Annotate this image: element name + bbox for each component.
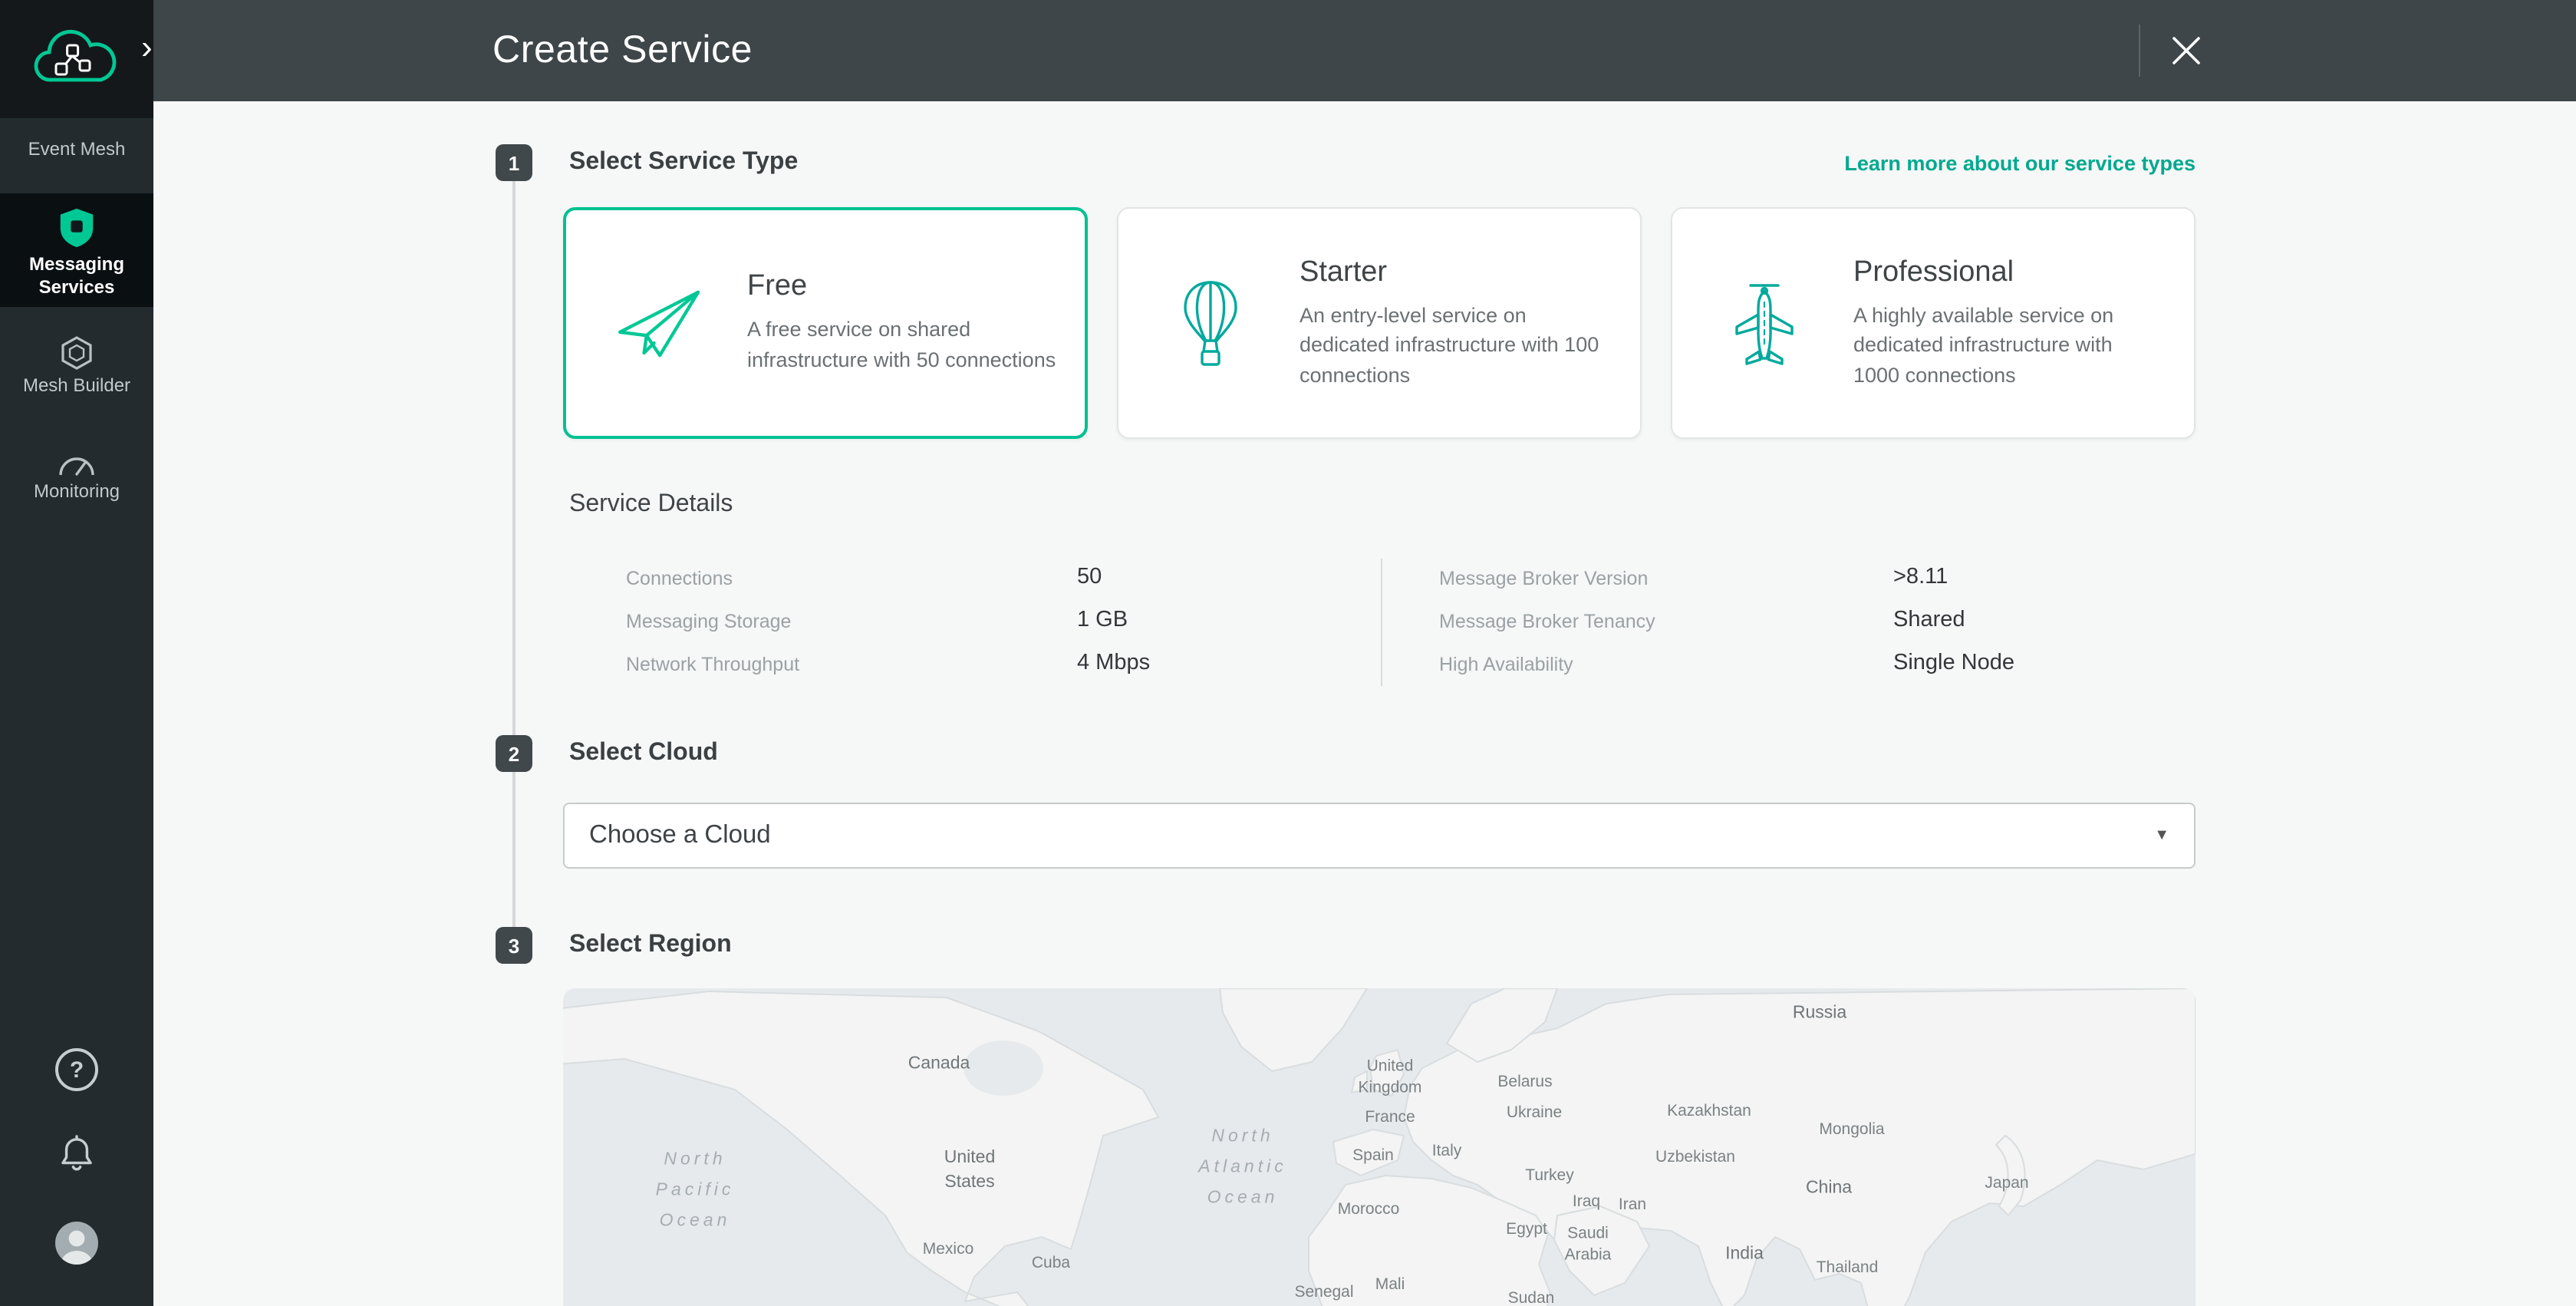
hot-air-balloon-icon <box>1161 279 1260 368</box>
card-description: A free service on shared infrastructure … <box>747 315 1057 375</box>
card-title: Professional <box>1853 256 2163 289</box>
card-title: Free <box>747 271 1057 305</box>
step-3-title: Select Region <box>569 932 732 959</box>
step-3-badge: 3 <box>496 927 532 964</box>
sidebar-item-label: Monitoring <box>0 480 153 503</box>
detail-value: 50 <box>1077 565 1102 589</box>
step-2-title: Select Cloud <box>569 740 718 767</box>
sidebar-item-event-mesh[interactable]: Event Mesh <box>0 129 153 169</box>
notifications-button[interactable] <box>59 1134 94 1174</box>
help-button[interactable]: ? <box>55 1048 98 1091</box>
airplane-icon <box>1715 279 1813 368</box>
card-text: Starter An entry-level service on dedica… <box>1300 256 1609 390</box>
sidebar-item-label: Messaging Services <box>3 253 150 299</box>
detail-label: High Availability <box>1439 654 1573 675</box>
detail-label: Connections <box>626 568 733 589</box>
sidebar-item-monitoring[interactable]: Monitoring <box>0 439 153 534</box>
learn-more-link[interactable]: Learn more about our service types <box>1844 152 2196 175</box>
details-divider <box>1381 559 1382 686</box>
bell-icon <box>59 1134 94 1174</box>
question-mark-icon: ? <box>55 1048 98 1091</box>
shield-icon <box>0 207 153 249</box>
service-type-card-starter[interactable]: Starter An entry-level service on dedica… <box>1117 207 1642 439</box>
detail-label: Message Broker Version <box>1439 568 1648 589</box>
create-service-form: 1 Select Service Type Learn more about o… <box>153 101 2576 1306</box>
service-type-card-professional[interactable]: Professional A highly available service … <box>1671 207 2196 439</box>
card-description: A highly available service on dedicated … <box>1853 300 2163 390</box>
card-text: Professional A highly available service … <box>1853 256 2163 390</box>
step-1-badge: 1 <box>496 144 532 181</box>
detail-value: Single Node <box>1893 651 2014 675</box>
sidebar: Event Mesh Messaging Services Mesh Build… <box>0 0 153 1306</box>
cloud-select-value: Choose a Cloud <box>589 821 771 850</box>
detail-value: >8.11 <box>1893 565 1948 589</box>
service-type-card-free[interactable]: Free A free service on shared infrastruc… <box>563 207 1088 439</box>
page-title: Create Service <box>492 28 753 73</box>
sidebar-item-mesh-builder[interactable]: Mesh Builder <box>0 325 153 420</box>
hexagon-icon <box>0 335 153 371</box>
header-divider <box>2139 25 2140 77</box>
card-description: An entry-level service on dedicated infr… <box>1300 300 1609 390</box>
sidebar-expand-chevron[interactable]: › <box>132 28 162 68</box>
detail-label: Message Broker Tenancy <box>1439 611 1655 632</box>
detail-value: 4 Mbps <box>1077 651 1150 675</box>
step-timeline-line <box>512 181 516 927</box>
chevron-down-icon: ▼ <box>2154 827 2169 844</box>
cloud-select[interactable]: Choose a Cloud ▼ <box>563 803 2196 869</box>
step-2-badge: 2 <box>496 735 532 772</box>
paper-plane-icon <box>609 283 707 363</box>
sidebar-item-label: Mesh Builder <box>0 374 153 397</box>
step-1-title: Select Service Type <box>569 149 798 176</box>
card-text: Free A free service on shared infrastruc… <box>747 271 1057 375</box>
world-map-shapes <box>563 988 2196 1306</box>
app-logo[interactable] <box>0 0 153 118</box>
close-button[interactable] <box>2159 23 2214 78</box>
dialog-header: Create Service <box>153 0 2576 101</box>
detail-value: Shared <box>1893 608 1965 632</box>
close-icon <box>2171 35 2202 66</box>
solace-cloud-logo-icon <box>32 24 121 94</box>
sidebar-item-messaging-services[interactable]: Messaging Services <box>0 193 153 307</box>
account-button[interactable] <box>54 1220 100 1266</box>
service-details-title: Service Details <box>569 491 733 519</box>
gauge-icon <box>0 451 153 477</box>
create-service-page: Event Mesh Messaging Services Mesh Build… <box>0 0 2576 1306</box>
detail-label: Messaging Storage <box>626 611 791 632</box>
card-title: Starter <box>1300 256 1609 289</box>
region-map[interactable]: North Pacific OceanNorth Atlantic OceanR… <box>563 988 2196 1306</box>
detail-value: 1 GB <box>1077 608 1128 632</box>
sidebar-item-label: Event Mesh <box>19 137 135 160</box>
avatar <box>54 1220 100 1266</box>
detail-label: Network Throughput <box>626 654 799 675</box>
